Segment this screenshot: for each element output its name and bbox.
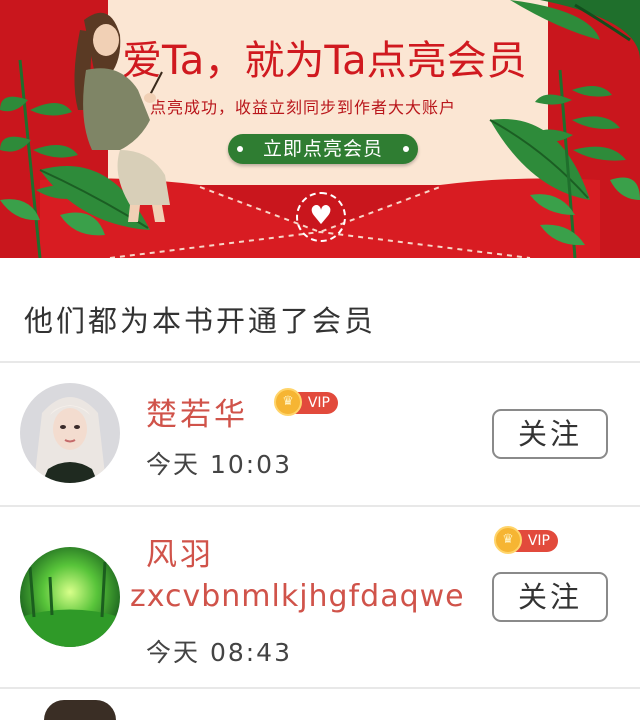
member-extra-text: zxcvbnmlkjhgfdaqwe bbox=[130, 579, 465, 614]
members-section-title: 他们都为本书开通了会员 bbox=[24, 304, 377, 338]
dot-icon bbox=[237, 146, 243, 152]
member-time: 今天 08:43 bbox=[146, 638, 292, 667]
member-row[interactable]: 楚若华 VIP ♛ 今天 10:03 关注 bbox=[0, 363, 640, 505]
avatar[interactable] bbox=[20, 383, 120, 483]
follow-button[interactable]: 关注 bbox=[492, 572, 608, 622]
member-row[interactable]: 风羽 VIP ♛ zxcvbnmlkjhgfdaqwe 今天 08:43 关注 bbox=[0, 507, 640, 687]
crown-icon: ♛ bbox=[494, 526, 522, 554]
avatar[interactable] bbox=[44, 700, 116, 720]
avatar[interactable] bbox=[20, 547, 120, 647]
vip-badge: VIP ♛ bbox=[274, 388, 338, 416]
banner-subtitle: 点亮成功，收益立刻同步到作者大大账户 bbox=[150, 98, 457, 117]
follow-button[interactable]: 关注 bbox=[492, 409, 608, 459]
member-time: 今天 10:03 bbox=[146, 450, 292, 479]
vip-badge: VIP ♛ bbox=[494, 526, 558, 554]
member-name[interactable]: 楚若华 bbox=[146, 389, 248, 434]
heart-seal-icon: ♥ bbox=[296, 192, 346, 242]
divider bbox=[0, 687, 640, 689]
light-up-membership-label: 立即点亮会员 bbox=[262, 138, 383, 160]
banner-title: 爱Ta，就为Ta点亮会员 bbox=[122, 38, 527, 84]
promo-banner[interactable]: 爱Ta，就为Ta点亮会员 点亮成功，收益立刻同步到作者大大账户 立即点亮会员 ♥ bbox=[0, 0, 640, 258]
light-up-membership-button[interactable]: 立即点亮会员 bbox=[228, 134, 418, 164]
forest-avatar-image bbox=[20, 547, 120, 647]
dot-icon bbox=[403, 146, 409, 152]
woman-avatar-image bbox=[20, 383, 120, 483]
member-name[interactable]: 风羽 bbox=[146, 529, 214, 574]
crown-icon: ♛ bbox=[274, 388, 302, 416]
